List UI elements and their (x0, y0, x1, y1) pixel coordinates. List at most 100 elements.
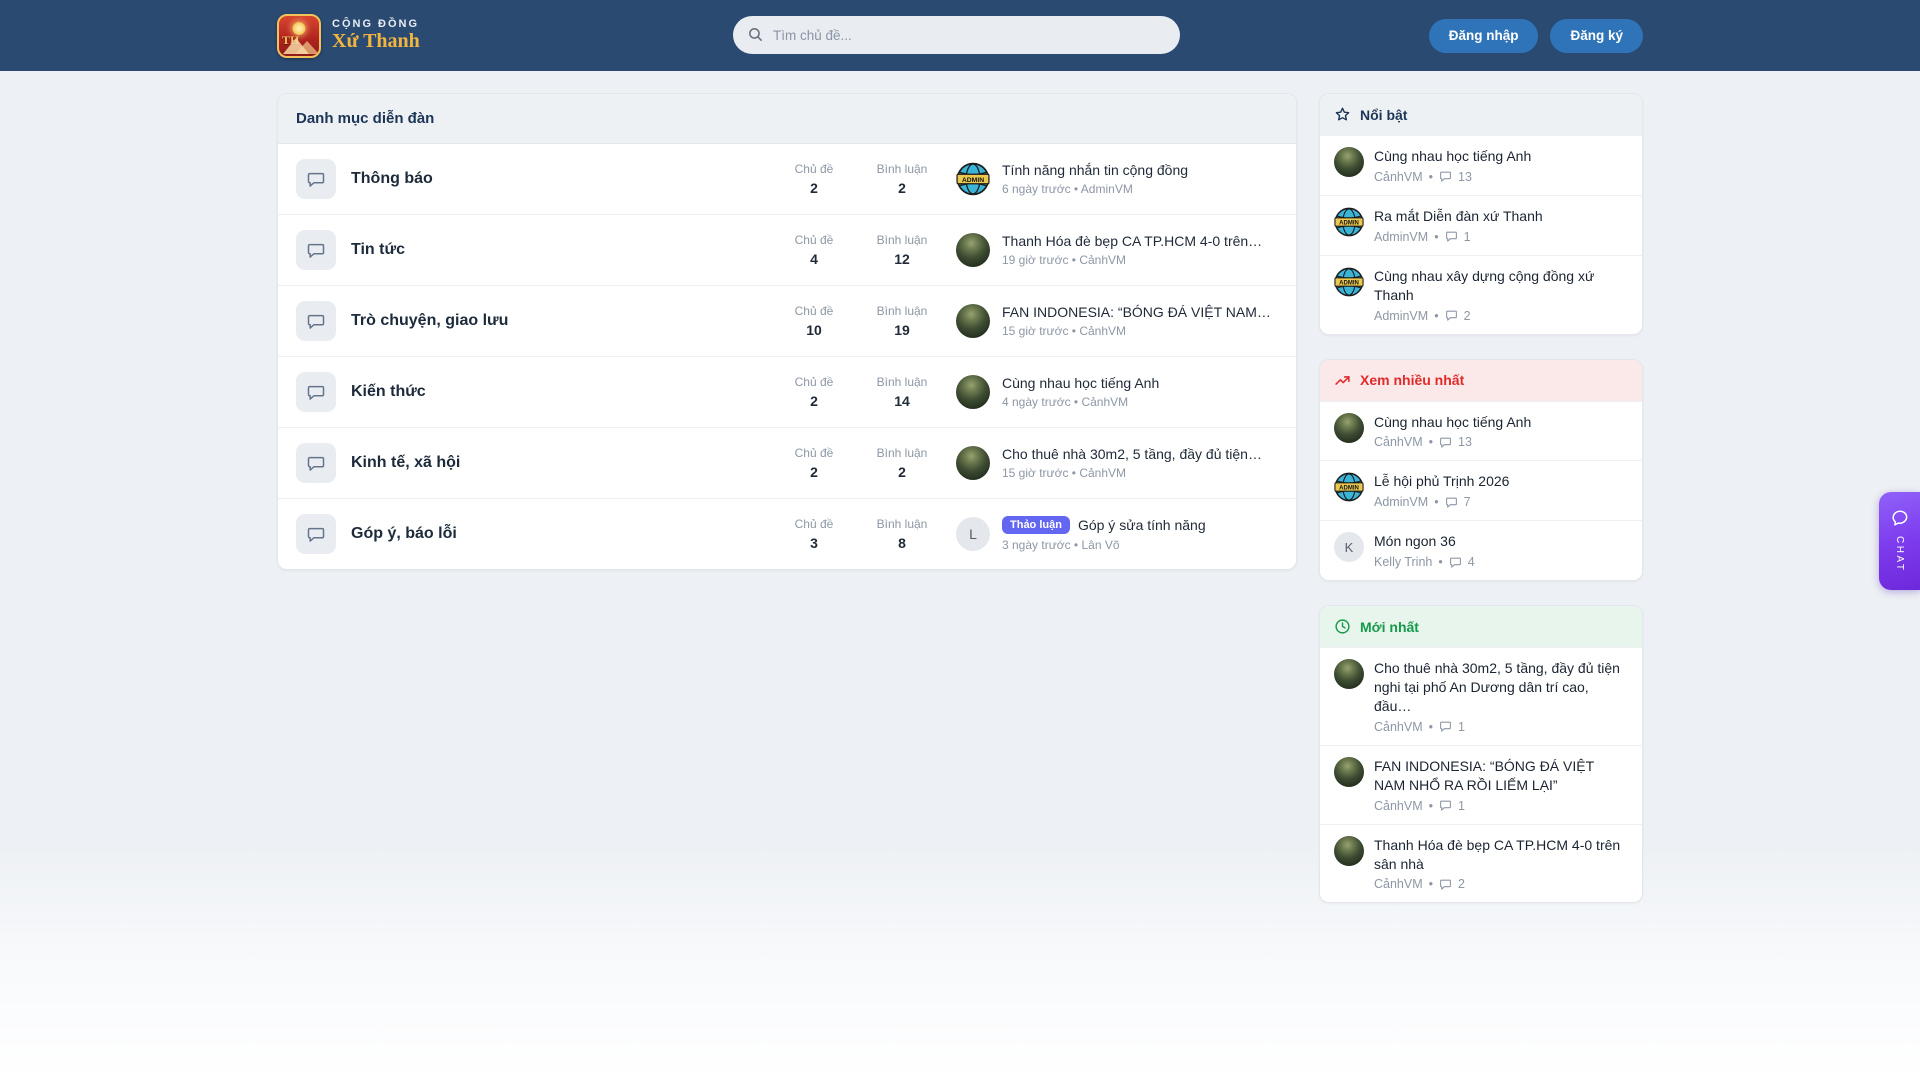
comments-label: Bình luận (876, 375, 928, 389)
comments-label: Bình luận (876, 446, 928, 460)
register-button[interactable]: Đăng ký (1550, 18, 1643, 53)
topics-count: 2 (810, 464, 818, 480)
forum-category-list: Danh mục diễn đàn Thông báo Chủ đề 2 Bìn… (277, 93, 1297, 570)
chat-button[interactable]: CHAT (1879, 492, 1920, 590)
top-navigation-bar: TH CỘNG ĐỒNG Xứ Thanh Đăng nhập Đăng ký (0, 0, 1920, 71)
topic-comment-count: 2 (1458, 877, 1465, 892)
forum-category-row[interactable]: Kinh tế, xã hội Chủ đề 2 Bình luận 2 Cho… (278, 428, 1296, 499)
logo-badge-icon: TH (277, 13, 321, 58)
topics-label: Chủ đề (794, 446, 834, 460)
sidebar-topic-item[interactable]: Cùng nhau học tiếng Anh CảnhVM • 13 (1320, 400, 1642, 461)
category-chat-bubble-icon (296, 159, 336, 199)
topic-title[interactable]: Thanh Hóa đè bẹp CA TP.HCM 4-0 trên sân … (1374, 836, 1628, 874)
latest-post: Cho thuê nhà 30m2, 5 tầng, đầy đủ tiện… … (956, 446, 1278, 480)
category-chat-bubble-icon (296, 514, 336, 554)
meta-separator: • (1428, 435, 1434, 450)
sidebar-topic-item[interactable]: ADMIN Ra mắt Diễn đàn xứ Thanh AdminVM •… (1320, 194, 1642, 255)
comments-label: Bình luận (876, 517, 928, 531)
avatar: K (1334, 532, 1364, 563)
avatar (1334, 756, 1364, 787)
category-name: Kinh tế, xã hội (351, 454, 461, 471)
forum-category-row[interactable]: Góp ý, báo lỗi Chủ đề 3 Bình luận 8 L Th… (278, 499, 1296, 569)
sidebar-topic-item[interactable]: ADMIN Lễ hội phủ Trịnh 2026 AdminVM • 7 (1320, 460, 1642, 521)
comment-icon (1440, 800, 1451, 811)
topic-author: CảnhVM (1374, 877, 1423, 892)
avatar (956, 233, 990, 267)
discussion-badge: Thảo luận (1002, 516, 1070, 534)
topics-stat: Chủ đề 3 (770, 517, 858, 551)
most-viewed-title: Xem nhiều nhất (1360, 372, 1465, 389)
comments-label: Bình luận (876, 162, 928, 176)
comment-icon (1445, 497, 1457, 508)
svg-text:ADMIN: ADMIN (1339, 220, 1359, 226)
latest-post: FAN INDONESIA: “BÓNG ĐÁ VIỆT NAM… 15 giờ… (956, 304, 1278, 338)
topics-label: Chủ đề (794, 233, 834, 247)
search-input[interactable] (733, 16, 1180, 54)
comments-label: Bình luận (876, 233, 928, 247)
topic-title[interactable]: Cùng nhau học tiếng Anh (1374, 413, 1531, 432)
sidebar-topic-item[interactable]: K Món ngon 36 Kelly Trinh • 4 (1320, 520, 1642, 581)
topic-title[interactable]: Lễ hội phủ Trịnh 2026 (1374, 472, 1509, 491)
sidebar-topic-item[interactable]: FAN INDONESIA: “BÓNG ĐÁ VIỆT NAM NHỔ RA … (1320, 744, 1642, 824)
topic-title[interactable]: Ra mắt Diễn đàn xứ Thanh (1374, 207, 1543, 226)
latest-post: Thanh Hóa đè bẹp CA TP.HCM 4-0 trên… 19 … (956, 233, 1278, 267)
category-name: Thông báo (351, 170, 433, 187)
latest-post-title[interactable]: Thanh Hóa đè bẹp CA TP.HCM 4-0 trên… (1002, 233, 1262, 249)
category-chat-bubble-icon (296, 372, 336, 412)
topics-count: 10 (806, 322, 822, 338)
comment-icon (1449, 557, 1461, 568)
sidebar-topic-item[interactable]: Cho thuê nhà 30m2, 5 tầng, đầy đủ tiện n… (1320, 647, 1642, 745)
topic-title[interactable]: Món ngon 36 (1374, 532, 1475, 551)
topic-author: Kelly Trinh (1374, 555, 1433, 570)
latest-post-title[interactable]: Tính năng nhắn tin cộng đồng (1002, 162, 1188, 178)
topics-stat: Chủ đề 10 (770, 304, 858, 338)
topic-comment-count: 13 (1458, 169, 1472, 184)
topic-author: CảnhVM (1374, 169, 1423, 184)
topic-author: AdminVM (1374, 495, 1429, 510)
topics-count: 2 (810, 393, 818, 409)
topic-author: CảnhVM (1374, 435, 1423, 450)
svg-text:ADMIN: ADMIN (962, 177, 984, 184)
forum-category-row[interactable]: Tin tức Chủ đề 4 Bình luận 12 Thanh Hóa … (278, 215, 1296, 286)
comment-icon (1440, 722, 1451, 733)
avatar: ADMIN (956, 162, 990, 196)
login-button[interactable]: Đăng nhập (1428, 18, 1539, 53)
latest-post-title[interactable]: Cho thuê nhà 30m2, 5 tầng, đầy đủ tiện… (1002, 446, 1262, 462)
admin-globe-icon: ADMIN (1334, 207, 1364, 237)
forum-rows-container: Thông báo Chủ đề 2 Bình luận 2 ADMIN Tín… (278, 144, 1296, 569)
latest-post-title[interactable]: Cùng nhau học tiếng Anh (1002, 375, 1159, 391)
sidebar-topic-item[interactable]: Cùng nhau học tiếng Anh CảnhVM • 13 (1320, 135, 1642, 195)
topics-label: Chủ đề (794, 162, 834, 176)
topic-title[interactable]: Cùng nhau xây dựng cộng đồng xứ Thanh (1374, 267, 1628, 305)
forum-category-row[interactable]: Kiến thức Chủ đề 2 Bình luận 14 Cùng nha… (278, 357, 1296, 428)
sidebar-topic-item[interactable]: Thanh Hóa đè bẹp CA TP.HCM 4-0 trên sân … (1320, 823, 1642, 903)
admin-globe-icon: ADMIN (956, 162, 990, 196)
latest-post-title[interactable]: FAN INDONESIA: “BÓNG ĐÁ VIỆT NAM… (1002, 304, 1271, 320)
comments-stat: Bình luận 2 (858, 446, 946, 480)
comments-count: 2 (898, 180, 906, 196)
meta-separator: • (1428, 169, 1434, 184)
forum-category-row[interactable]: Trò chuyện, giao lưu Chủ đề 10 Bình luận… (278, 286, 1296, 357)
latest-post-meta: 15 giờ trước • CảnhVM (1002, 466, 1127, 480)
topic-author: CảnhVM (1374, 798, 1423, 813)
topic-title[interactable]: Cho thuê nhà 30m2, 5 tầng, đầy đủ tiện n… (1374, 659, 1628, 716)
topic-title[interactable]: FAN INDONESIA: “BÓNG ĐÁ VIỆT NAM NHỔ RA … (1374, 757, 1628, 795)
comments-count: 2 (898, 464, 906, 480)
comment-icon (1440, 879, 1451, 890)
topic-title[interactable]: Cùng nhau học tiếng Anh (1374, 147, 1531, 166)
forum-category-row[interactable]: Thông báo Chủ đề 2 Bình luận 2 ADMIN Tín… (278, 144, 1296, 215)
latest-post-meta: 3 ngày trước • Lân Võ (1002, 538, 1120, 552)
meta-separator: • (1428, 798, 1434, 813)
topic-author: AdminVM (1374, 229, 1429, 244)
comments-stat: Bình luận 12 (858, 233, 946, 267)
comments-stat: Bình luận 19 (858, 304, 946, 338)
sidebar-topic-item[interactable]: ADMIN Cùng nhau xây dựng cộng đồng xứ Th… (1320, 254, 1642, 334)
site-logo[interactable]: TH CỘNG ĐỒNG Xứ Thanh (277, 13, 420, 58)
latest-post-title[interactable]: Góp ý sửa tính năng (1078, 517, 1206, 533)
admin-globe-icon: ADMIN (1334, 473, 1364, 502)
category-chat-bubble-icon (296, 443, 336, 483)
comment-icon (1445, 231, 1457, 242)
featured-title: Nổi bật (1360, 106, 1408, 123)
meta-separator: • (1428, 877, 1434, 892)
latest-post: Cùng nhau học tiếng Anh 4 ngày trước • C… (956, 375, 1278, 409)
